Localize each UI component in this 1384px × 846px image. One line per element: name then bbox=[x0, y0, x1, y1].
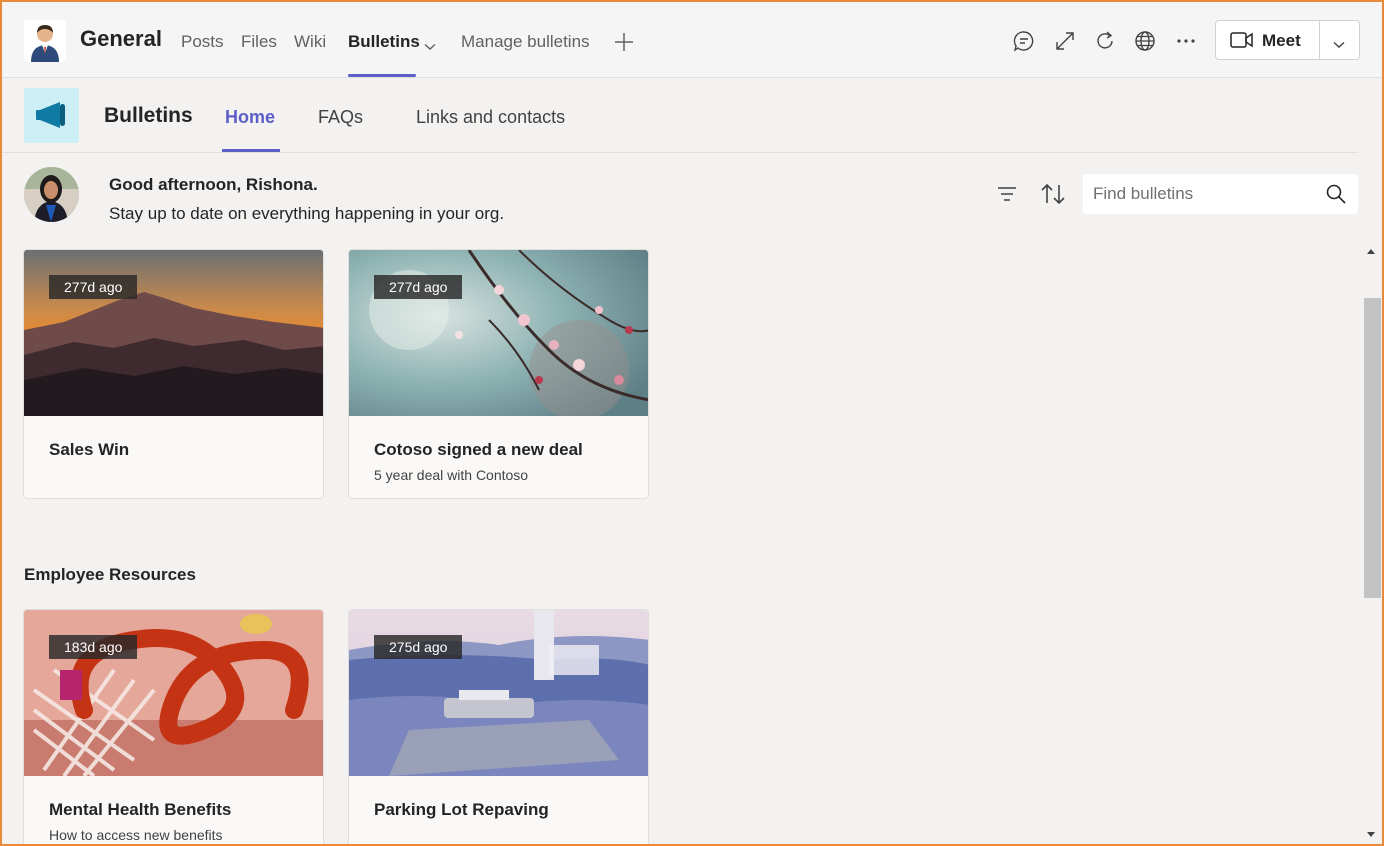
bulletin-image-mountain-sunset: 277d ago bbox=[24, 250, 323, 416]
card-title: Parking Lot Repaving bbox=[374, 800, 549, 819]
tab-posts[interactable]: Posts bbox=[181, 32, 224, 52]
meet-label: Meet bbox=[1262, 31, 1301, 50]
expand-icon[interactable] bbox=[1054, 30, 1076, 52]
search-icon[interactable] bbox=[1326, 184, 1346, 209]
card-subtitle: How to access new benefits bbox=[49, 827, 223, 843]
tab-faqs[interactable]: FAQs bbox=[318, 107, 363, 128]
tab-wiki[interactable]: Wiki bbox=[294, 32, 326, 52]
greeting-title: Good afternoon, Rishona. bbox=[109, 175, 318, 194]
tab-manage-bulletins[interactable]: Manage bulletins bbox=[461, 32, 590, 52]
tab-links-and-contacts[interactable]: Links and contacts bbox=[416, 107, 565, 128]
add-tab-plus-icon[interactable] bbox=[614, 32, 634, 57]
chevron-down-icon bbox=[1333, 36, 1345, 54]
conversation-icon[interactable] bbox=[1013, 30, 1035, 52]
age-badge: 183d ago bbox=[49, 635, 138, 659]
bulletin-card-cotoso-deal[interactable]: 277d ago Cotoso signed a new deal 5 year… bbox=[348, 249, 649, 499]
refresh-icon[interactable] bbox=[1094, 30, 1116, 52]
scroll-down-arrow[interactable] bbox=[1366, 826, 1376, 844]
card-subtitle: 5 year deal with Contoso bbox=[374, 467, 529, 483]
bulletin-image-cherry-blossom: 277d ago bbox=[349, 250, 648, 416]
user-avatar bbox=[24, 167, 79, 222]
meet-button[interactable]: Meet bbox=[1216, 21, 1320, 59]
section-title: Employee Resources bbox=[24, 565, 196, 584]
tab-bulletins[interactable]: Bulletins bbox=[348, 32, 420, 52]
channel-header: General Posts Files Wiki Bulletins Manag… bbox=[2, 2, 1382, 78]
header-divider bbox=[2, 152, 1358, 153]
globe-icon[interactable] bbox=[1134, 30, 1156, 52]
video-icon bbox=[1230, 31, 1254, 54]
active-tab-indicator bbox=[348, 74, 416, 77]
scroll-up-arrow[interactable] bbox=[1366, 242, 1376, 260]
tab-home[interactable]: Home bbox=[225, 107, 275, 128]
bulletin-image-ribbon: 183d ago bbox=[24, 610, 323, 776]
bulletin-card-mental-health[interactable]: 183d ago Mental Health Benefits How to a… bbox=[23, 609, 324, 846]
scrollbar-thumb[interactable] bbox=[1364, 298, 1381, 598]
tab-files[interactable]: Files bbox=[241, 32, 277, 52]
bulletin-card-sales-win[interactable]: 277d ago Sales Win bbox=[23, 249, 324, 499]
age-badge: 277d ago bbox=[49, 275, 138, 299]
search-input[interactable] bbox=[1083, 174, 1313, 214]
app-title: Bulletins bbox=[104, 104, 193, 127]
meet-button-group: Meet bbox=[1215, 20, 1360, 60]
card-title: Mental Health Benefits bbox=[49, 800, 232, 819]
bulletins-app-logo bbox=[24, 88, 79, 143]
card-title: Sales Win bbox=[49, 440, 130, 459]
bulletin-card-parking-lot[interactable]: 275d ago Parking Lot Repaving bbox=[348, 609, 649, 846]
megaphone-icon bbox=[36, 102, 65, 128]
team-avatar[interactable] bbox=[24, 20, 66, 62]
greeting-subtitle: Stay up to date on everything happening … bbox=[109, 204, 505, 223]
age-badge: 277d ago bbox=[374, 275, 463, 299]
channel-title: General bbox=[80, 26, 162, 51]
meet-dropdown-button[interactable] bbox=[1320, 21, 1359, 59]
chevron-down-icon[interactable] bbox=[424, 38, 436, 56]
card-title: Cotoso signed a new deal bbox=[374, 440, 583, 459]
search-box bbox=[1083, 174, 1358, 214]
age-badge: 275d ago bbox=[374, 635, 463, 659]
more-icon[interactable] bbox=[1175, 30, 1197, 52]
sort-icon[interactable] bbox=[1040, 183, 1066, 210]
bulletin-image-landscape: 275d ago bbox=[349, 610, 648, 776]
filter-icon[interactable] bbox=[996, 184, 1018, 209]
